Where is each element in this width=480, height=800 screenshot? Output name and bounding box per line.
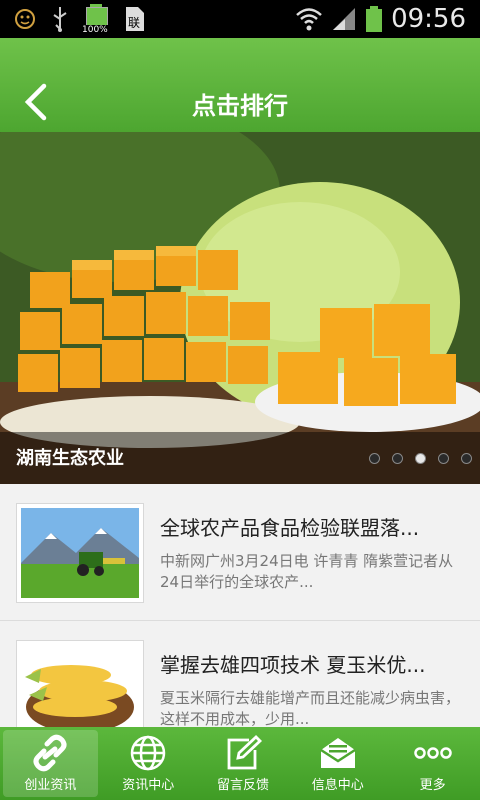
banner-caption: 湖南生态农业 [16,448,124,469]
bottom-tab-bar: 创业资讯 资讯中心 留言反馈 信息中心 更多 [0,727,480,800]
battery-percent-text: 100% [82,25,108,35]
tab-feedback[interactable]: 留言反馈 [196,727,291,800]
mail-icon [320,738,356,768]
tab-label: 留言反馈 [216,778,269,793]
article-summary: 夏玉米隔行去雄能增产而且还能减少病虫害，这样不用成本，少用... [160,689,461,728]
tab-business-news[interactable]: 创业资讯 [3,730,98,797]
article-thumbnail [16,640,144,740]
article-summary: 中新网广州3月24日电 许青青 隋紫萱记者从24日举行的全球农产... [160,552,454,591]
link-icon [33,734,67,772]
article-title: 掌握去雄四项技术 夏玉米优... [160,653,426,677]
status-bar: 100% 联 09:56 [0,0,480,38]
sim-icon: 联 [126,7,144,31]
tab-label: 信息中心 [311,778,364,793]
tab-label: 创业资讯 [24,778,77,793]
usb-icon [53,7,67,32]
page-title: 点击排行 [192,92,288,120]
edit-icon [227,735,262,770]
tab-label: 更多 [419,778,446,793]
carousel-dot[interactable] [438,453,449,464]
list-item[interactable]: 全球农产品食品检验联盟落... 中新网广州3月24日电 许青青 隋紫萱记者从24… [0,484,480,621]
tab-more[interactable]: 更多 [385,727,480,800]
banner-carousel[interactable]: 湖南生态农业 [0,132,480,484]
header: 点击排行 [0,38,480,132]
carousel-dot[interactable] [392,453,403,464]
globe-icon [130,735,166,771]
article-list: 全球农产品食品检验联盟落... 中新网广州3月24日电 许青青 隋紫萱记者从24… [0,484,480,758]
signal-icon [333,8,356,30]
svg-text:联: 联 [128,16,140,30]
tab-info-center[interactable]: 信息中心 [290,727,385,800]
wifi-icon [296,8,322,31]
clock: 09:56 [391,4,466,34]
tab-label: 资讯中心 [122,778,175,793]
more-icon [413,747,452,759]
article-thumbnail [16,503,144,603]
battery-full-icon: 100% [82,4,110,35]
tab-news-center[interactable]: 资讯中心 [101,727,196,800]
carousel-dot-active[interactable] [415,453,426,464]
notification-icon [15,9,35,29]
battery-icon [366,6,383,32]
carousel-dot[interactable] [461,453,472,464]
article-title: 全球农产品食品检验联盟落... [160,516,420,540]
carousel-dot[interactable] [369,453,380,464]
carousel-indicators [369,453,472,464]
